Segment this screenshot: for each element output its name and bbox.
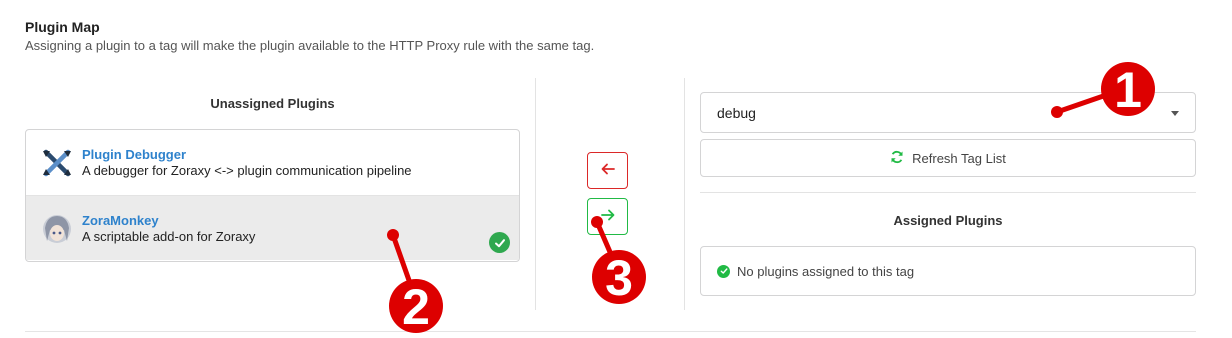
annotation-marker-3: 3 <box>591 216 646 306</box>
plugin-map-header: Plugin Map Assigning a plugin to a tag w… <box>25 18 594 54</box>
column-divider <box>535 78 536 310</box>
refresh-button-label: Refresh Tag List <box>912 150 1006 166</box>
annotation-number: 1 <box>1114 62 1142 118</box>
annotation-number: 2 <box>402 279 430 335</box>
empty-assigned-message: No plugins assigned to this tag <box>737 263 915 279</box>
zoramonkey-avatar-icon <box>42 214 72 244</box>
refresh-icon <box>890 150 904 167</box>
plugin-name: Plugin Debugger <box>82 147 186 162</box>
refresh-tag-list-button[interactable]: Refresh Tag List <box>700 139 1196 177</box>
tag-select-value: debug <box>717 105 756 121</box>
page-title: Plugin Map <box>25 19 100 35</box>
plugin-description: A scriptable add-on for Zoraxy <box>82 229 256 244</box>
chevron-down-icon <box>1171 111 1179 116</box>
check-circle-icon <box>717 264 730 278</box>
plugin-description: A debugger for Zoraxy <-> plugin communi… <box>82 163 412 178</box>
annotation-number: 3 <box>605 250 633 306</box>
remove-plugin-button[interactable] <box>587 152 628 189</box>
section-divider <box>700 192 1196 193</box>
list-item-plugin-debugger[interactable]: Plugin Debugger A debugger for Zoraxy <-… <box>26 130 519 195</box>
unassigned-plugins-heading: Unassigned Plugins <box>210 96 335 111</box>
assigned-plugins-heading: Assigned Plugins <box>893 213 1003 228</box>
plugin-name: ZoraMonkey <box>82 213 159 228</box>
annotation-marker-2: 2 <box>387 229 443 335</box>
column-divider <box>684 78 685 310</box>
assigned-plugin-list: No plugins assigned to this tag <box>700 246 1196 296</box>
annotation-marker-1: 1 <box>1051 62 1155 118</box>
page-subtitle: Assigning a plugin to a tag will make th… <box>25 38 595 53</box>
selected-check-icon <box>489 232 510 253</box>
bottom-divider <box>25 331 1196 332</box>
arrow-left-icon <box>601 162 615 180</box>
debugger-icon <box>42 148 72 178</box>
